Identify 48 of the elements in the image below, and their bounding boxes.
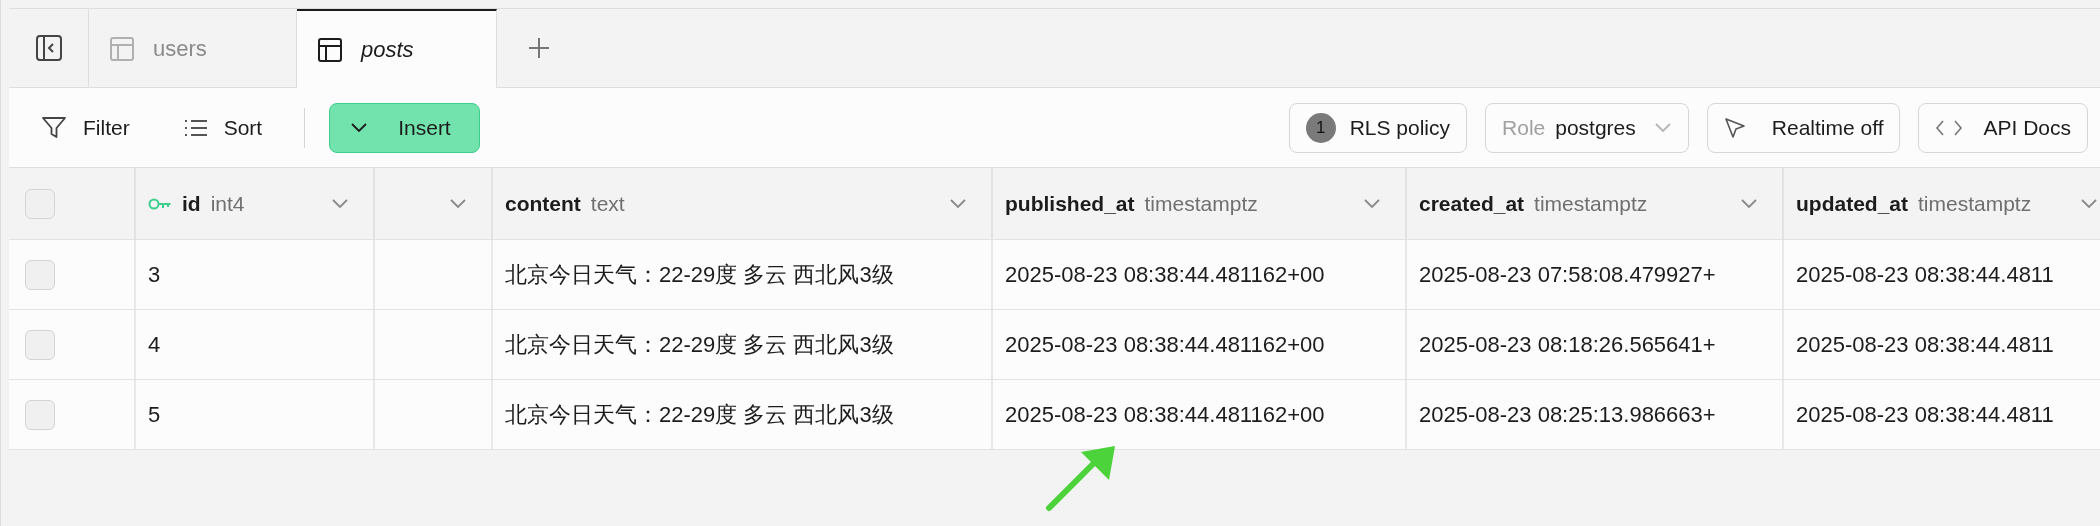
rls-policy-button[interactable]: 1 RLS policy [1288,102,1468,153]
button-label: RLS policy [1349,115,1451,140]
insert-button[interactable]: Insert [329,102,481,153]
filter-icon [41,115,67,140]
list-icon [183,117,208,138]
table-cell: 2025-08-23 08:38:44.481162+00 [1005,261,1325,288]
chevron-down-icon [1740,198,1758,209]
filter-button[interactable]: Filter [29,107,142,148]
row-checkbox[interactable] [25,329,55,360]
role-label: Role [1502,115,1546,140]
table-tab[interactable]: posts [297,9,497,88]
role-value: postgres [1555,115,1636,140]
chevron-down-icon [1653,122,1672,133]
table-cell: 2025-08-23 08:38:44.4811 [1796,401,2054,428]
table-cell-text: 北京今日天气：22-29度 多云 西北风3级 [505,330,894,359]
table-cell: 2025-08-23 08:38:44.4811 [1796,331,2054,358]
table-cell: 3 [148,261,161,288]
chevron-down-icon [350,122,369,133]
table-cell: 2025-08-23 08:38:44.481162+00 [1005,331,1325,358]
table-cell: 2025-08-23 08:38:44.4811 [1796,261,2054,288]
table-cell: 2025-08-23 08:38:44.481162+00 [1005,401,1325,428]
sidebar-collapse-icon [34,34,63,62]
table-cell: 5 [148,401,161,428]
api-docs-button[interactable]: API Docs [1918,102,2088,153]
chevron-down-icon [1363,198,1381,209]
table-icon [317,36,343,63]
plus-icon [528,37,550,59]
arrow-icon [1045,446,1117,512]
table-cell: 2025-08-23 08:25:13.986663+ [1419,401,1716,428]
row-checkbox[interactable] [25,259,55,290]
row-checkbox[interactable] [25,399,55,430]
table-icon [109,36,135,62]
select-all-checkbox[interactable] [25,188,55,219]
role-selector[interactable]: Role postgres [1485,102,1689,153]
chevron-down-icon [949,198,967,209]
count-badge: 1 [1305,112,1336,143]
table-cell: 2025-08-23 07:58:08.479927+ [1419,261,1716,288]
chevron-down-icon [2080,198,2098,209]
chevron-down-icon [449,198,467,209]
chevron-down-icon [331,198,349,209]
sort-button[interactable]: Sort [171,107,275,148]
realtime-button[interactable]: Realtime off [1706,102,1901,153]
code-icon [1935,118,1964,137]
cursor-icon [1723,116,1746,139]
table-cell-text: 北京今日天气：22-29度 多云 西北风3级 [505,260,894,289]
table-cell: 2025-08-23 08:18:26.565641+ [1419,331,1716,358]
table-cell: 4 [148,331,161,358]
table-cell-text: 北京今日天气：22-29度 多云 西北风3级 [505,400,894,429]
